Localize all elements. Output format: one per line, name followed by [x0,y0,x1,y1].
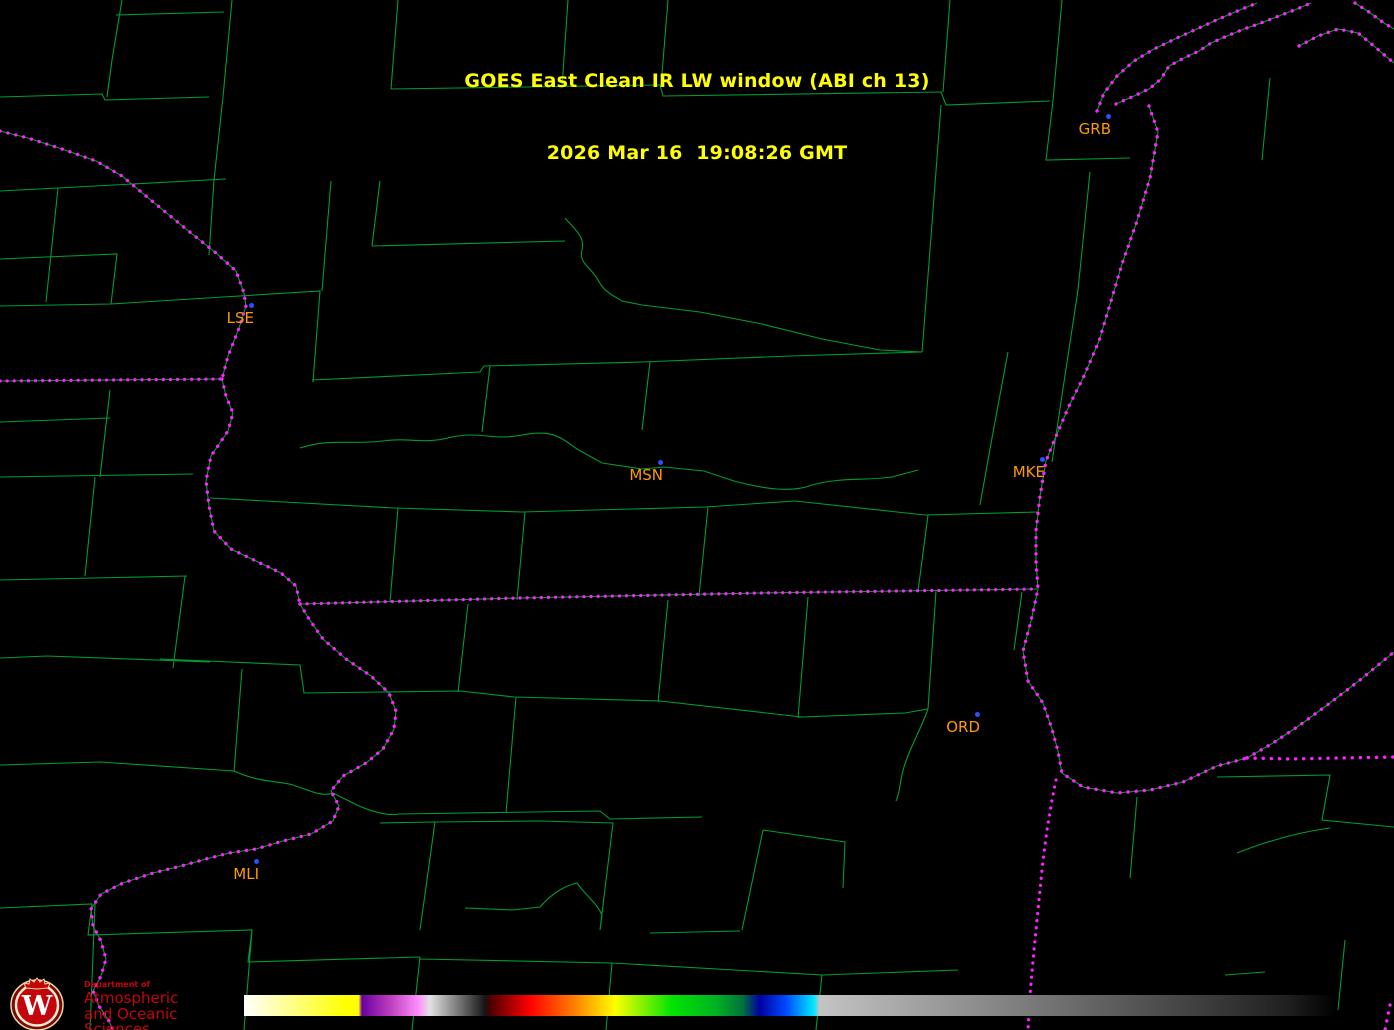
station-label: LSE [226,309,254,327]
station-label: MKE [1012,463,1045,481]
logo-name-line2: and Oceanic Sciences [84,1005,178,1030]
svg-text:W: W [21,991,53,1022]
logo-dept-line: Department of [84,980,151,989]
satellite-image-viewport: GOES East Clean IR LW window (ABI ch 13)… [0,0,1394,1030]
station-dot [249,303,254,308]
uw-crest-icon: W [10,977,64,1030]
station-dot [1106,114,1111,119]
image-title-line2: 2026 Mar 16 19:08:26 GMT [546,142,848,164]
station-dot [254,859,259,864]
temperature-colorbar [244,995,1336,1016]
uw-aos-logo-text: Department of Atmospheric and Oceanic Sc… [84,981,237,1030]
station-dot [1040,457,1045,462]
logo-name-line1: Atmospheric [84,989,179,1007]
image-title: GOES East Clean IR LW window (ABI ch 13)… [0,21,1394,213]
station-label: ORD [946,718,980,736]
station-label: MSN [629,466,663,484]
station-dot [658,460,663,465]
uw-aos-logo: W Department of Atmospheric and Oceanic … [7,977,237,1030]
station-label: GRB [1078,120,1111,138]
image-title-line1: GOES East Clean IR LW window (ABI ch 13) [464,70,930,92]
station-label: MLI [233,865,259,883]
station-dot [975,712,980,717]
